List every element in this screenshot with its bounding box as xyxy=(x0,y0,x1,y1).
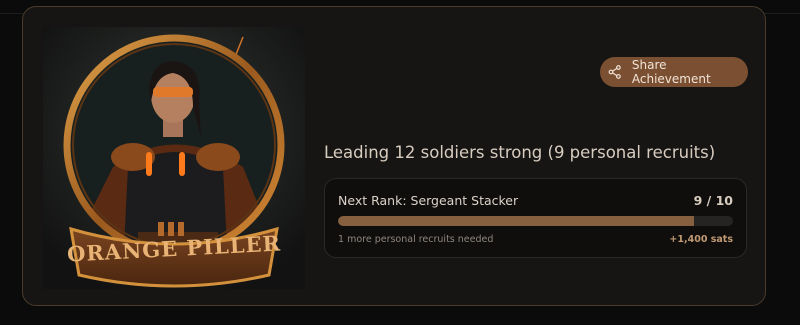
achievement-headline: Leading 12 soldiers strong (9 personal r… xyxy=(324,143,716,162)
recruits-needed-text: 1 more personal recruits needed xyxy=(338,234,494,245)
next-rank-title: Next Rank: Sergeant Stacker xyxy=(338,193,519,208)
next-rank-count: 9 / 10 xyxy=(693,193,733,208)
achievement-card: ORANGE PILLER Share Achievement Leading … xyxy=(22,6,766,306)
rank-badge-image: ORANGE PILLER xyxy=(43,27,305,289)
share-achievement-button[interactable]: Share Achievement xyxy=(600,57,748,87)
rank-progress-fill xyxy=(338,216,694,226)
share-icon xyxy=(608,65,621,79)
rank-progress-bar xyxy=(338,216,733,226)
rank-reward: +1,400 sats xyxy=(669,234,733,245)
next-rank-panel: Next Rank: Sergeant Stacker 9 / 10 1 mor… xyxy=(324,178,747,258)
share-achievement-label: Share Achievement xyxy=(631,58,711,86)
